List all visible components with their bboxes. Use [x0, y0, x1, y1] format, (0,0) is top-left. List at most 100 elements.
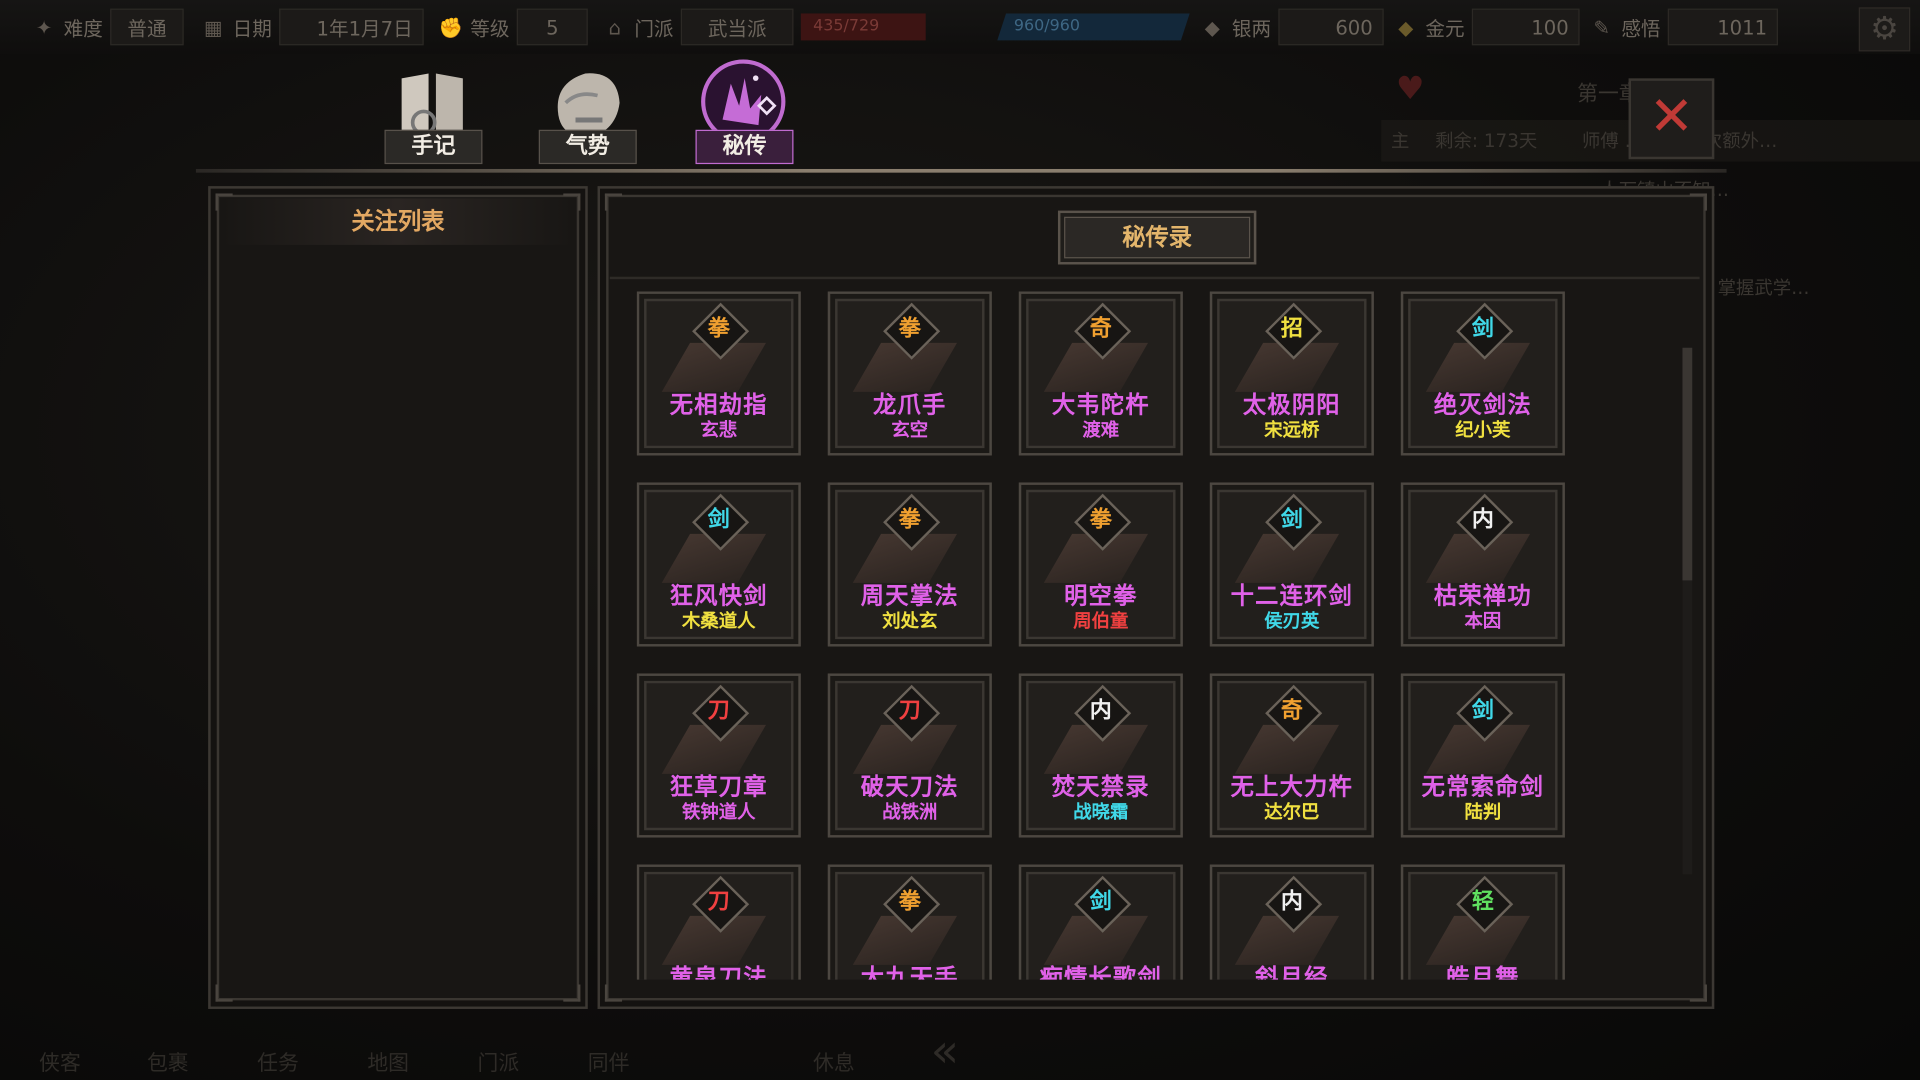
- type-label: 刀: [898, 697, 921, 724]
- nav-bag[interactable]: 包裹: [147, 1046, 189, 1076]
- sect-value: 武当派: [680, 8, 794, 46]
- game-screen: ✦ 难度 普通 ▦ 日期 1年1月7日 ✊ 等级 5 ⌂ 门派 武当派 435/…: [0, 0, 1920, 1080]
- manual-card[interactable]: 拳明空拳 周伯童: [1018, 482, 1183, 647]
- manual-card[interactable]: 内斜月经: [1209, 864, 1374, 980]
- difficulty-value: 普通: [110, 8, 184, 46]
- date: ▦ 日期 1年1月7日: [201, 8, 424, 46]
- type-badge: 刀: [692, 875, 750, 933]
- manual-card[interactable]: 剑痴情长歌剑: [1018, 864, 1183, 980]
- manual-card[interactable]: 剑绝灭剑法 纪小芙: [1400, 291, 1565, 456]
- heart-icon: ♥: [1395, 71, 1425, 108]
- manual-card[interactable]: 拳无相劫指 玄悲: [636, 291, 801, 456]
- manual-card[interactable]: 拳周天掌法 刘处玄: [827, 482, 992, 647]
- nav-rest[interactable]: 休息: [813, 1046, 855, 1076]
- manual-name: 黄泉刀法: [669, 964, 768, 980]
- type-badge: 奇: [1074, 302, 1132, 360]
- temple-icon: ⌂: [608, 15, 621, 39]
- type-label: 内: [1089, 697, 1112, 724]
- hp-value: 435/729: [800, 13, 926, 41]
- type-label: 拳: [898, 315, 921, 342]
- calendar-icon: ▦: [203, 15, 223, 39]
- manual-card[interactable]: 内焚天禁录 战晓霜: [1018, 673, 1183, 838]
- scrollbar-thumb[interactable]: [1682, 347, 1693, 581]
- close-icon[interactable]: ✕: [1628, 78, 1715, 160]
- manual-name: 太极阴阳: [1242, 391, 1341, 419]
- silver-label: 银两: [1231, 17, 1272, 41]
- type-label: 拳: [1089, 506, 1112, 533]
- type-label: 内: [1471, 506, 1494, 533]
- manual-name: 痴情长歌剑: [1039, 964, 1163, 980]
- manual-card[interactable]: 刀黄泉刀法: [636, 864, 801, 980]
- manual-master: 周伯童: [1073, 609, 1129, 632]
- difficulty: ✦ 难度 普通: [32, 8, 184, 46]
- manual-master: 铁钟道人: [682, 800, 756, 823]
- type-label: 奇: [1089, 315, 1112, 342]
- type-badge: 剑: [1074, 875, 1132, 933]
- manual-name: 无上大力杵: [1230, 773, 1354, 801]
- manual-name: 狂草刀章: [669, 773, 768, 801]
- secret-records-title: 秘传录: [1057, 210, 1257, 265]
- type-label: 剑: [1089, 888, 1112, 915]
- type-badge: 剑: [692, 493, 750, 551]
- type-badge: 剑: [1456, 684, 1514, 742]
- settings-gear-icon[interactable]: ⚙: [1858, 7, 1911, 52]
- type-label: 剑: [1471, 315, 1494, 342]
- manual-name: 明空拳: [1064, 582, 1138, 610]
- corner-ornament: [215, 984, 233, 1002]
- manual-name: 大韦陀杵: [1051, 391, 1150, 419]
- manual-name: 龙爪手: [873, 391, 947, 419]
- type-badge: 剑: [1456, 302, 1514, 360]
- manual-card[interactable]: 内枯荣禅功 本因: [1400, 482, 1565, 647]
- manual-master: 木桑道人: [682, 609, 756, 632]
- nav-hero[interactable]: 侠客: [39, 1046, 81, 1076]
- tab-notes[interactable]: 手记: [377, 54, 487, 172]
- tab-momentum[interactable]: 气势: [531, 54, 641, 172]
- mp-bar: 960/960: [997, 9, 1190, 46]
- level-label: 等级: [470, 17, 510, 41]
- tab-label: 秘传: [695, 129, 794, 165]
- watch-list-title: 关注列表: [220, 198, 576, 245]
- tab-divider: [195, 168, 1727, 173]
- nav-sect[interactable]: 门派: [478, 1046, 520, 1076]
- tab-secret[interactable]: 秘传: [688, 54, 798, 172]
- manual-master: 陆判: [1464, 800, 1502, 823]
- type-badge: 内: [1265, 875, 1323, 933]
- type-label: 剑: [1280, 506, 1303, 533]
- corner-ornament: [563, 193, 581, 211]
- mp-value: 960/960: [1013, 17, 1081, 36]
- nav-quest[interactable]: 任务: [257, 1046, 299, 1076]
- watch-list-panel: 关注列表: [208, 186, 588, 1009]
- corner-ornament: [1689, 193, 1707, 211]
- double-chevron-left-icon[interactable]: «: [931, 1024, 959, 1078]
- manual-card[interactable]: 奇无上大力杵 达尔巴: [1209, 673, 1374, 838]
- manual-name: 无相劫指: [669, 391, 768, 419]
- nav-companions[interactable]: 同伴: [588, 1046, 630, 1076]
- manual-card[interactable]: 招太极阴阳 宋远桥: [1209, 291, 1374, 456]
- manual-card[interactable]: 刀破天刀法 战铁洲: [827, 673, 992, 838]
- level: ✊ 等级 5: [438, 8, 588, 46]
- type-badge: 拳: [883, 875, 941, 933]
- manual-card[interactable]: 拳大九天手: [827, 864, 992, 980]
- manual-card[interactable]: 奇大韦陀杵 渡难: [1018, 291, 1183, 456]
- manual-card[interactable]: 轻皓月舞: [1400, 864, 1565, 980]
- difficulty-label: 难度: [63, 17, 103, 41]
- difficulty-icon: ✦: [35, 15, 53, 39]
- date-label: 日期: [232, 17, 272, 41]
- manual-master: 达尔巴: [1264, 800, 1320, 823]
- manual-name: 皓月舞: [1446, 964, 1520, 980]
- manual-name: 周天掌法: [860, 582, 959, 610]
- manual-name: 斜月经: [1255, 964, 1329, 980]
- manual-name: 破天刀法: [860, 773, 959, 801]
- manual-card[interactable]: 剑十二连环剑 侯刃英: [1209, 482, 1374, 647]
- manual-master: 玄悲: [700, 418, 738, 441]
- manual-card[interactable]: 刀狂草刀章 铁钟道人: [636, 673, 801, 838]
- type-badge: 轻: [1456, 875, 1514, 933]
- manual-card[interactable]: 剑狂风快剑 木桑道人: [636, 482, 801, 647]
- scrollbar[interactable]: [1682, 347, 1693, 875]
- nav-map[interactable]: 地图: [367, 1046, 409, 1076]
- manual-card[interactable]: 拳龙爪手 玄空: [827, 291, 992, 456]
- corner-ornament: [604, 984, 623, 1002]
- date-value: 1年1月7日: [279, 8, 424, 46]
- manual-card[interactable]: 剑无常索命剑 陆判: [1400, 673, 1565, 838]
- level-value: 5: [516, 8, 588, 46]
